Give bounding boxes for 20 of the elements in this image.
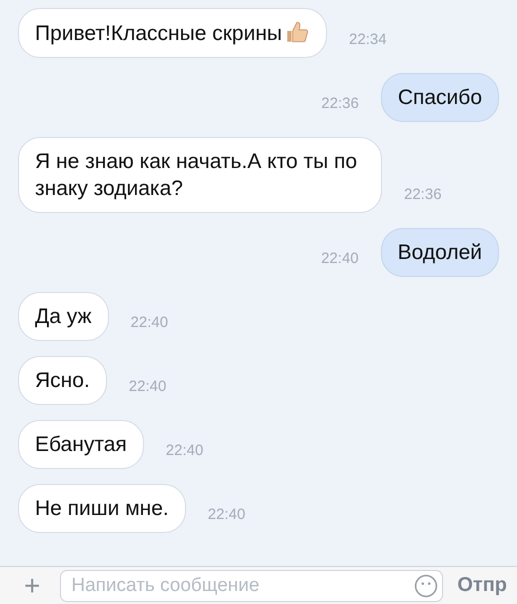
message-time: 22:36 [321, 95, 359, 114]
attach-button[interactable]: + [18, 572, 46, 600]
message-bubble: Водолей [380, 228, 499, 277]
smiley-icon[interactable] [414, 574, 438, 598]
message-bubble: Ясно. [18, 356, 107, 405]
message-time: 22:40 [130, 314, 168, 333]
message-time: 22:40 [321, 250, 359, 269]
message-bubble: Я не знаю как начать.А кто ты по знаку зодиака? [18, 137, 382, 213]
message-time: 22:40 [166, 442, 204, 461]
message-bubble: Не пиши мне. [18, 484, 186, 533]
message-input-field[interactable]: Написать сообщение [60, 570, 444, 602]
message-bubble: Да уж [18, 292, 109, 341]
message-bubble: Спасибо [380, 73, 499, 122]
send-button[interactable]: Отпр [457, 574, 507, 597]
message-time: 22:40 [208, 506, 246, 525]
message-time: 22:34 [349, 31, 387, 50]
message-time: 22:36 [404, 186, 442, 205]
message-bubble: Привет!Классные скрины [18, 8, 328, 58]
message-bubble: Ебанутая [18, 420, 144, 469]
message-time: 22:40 [128, 378, 166, 397]
